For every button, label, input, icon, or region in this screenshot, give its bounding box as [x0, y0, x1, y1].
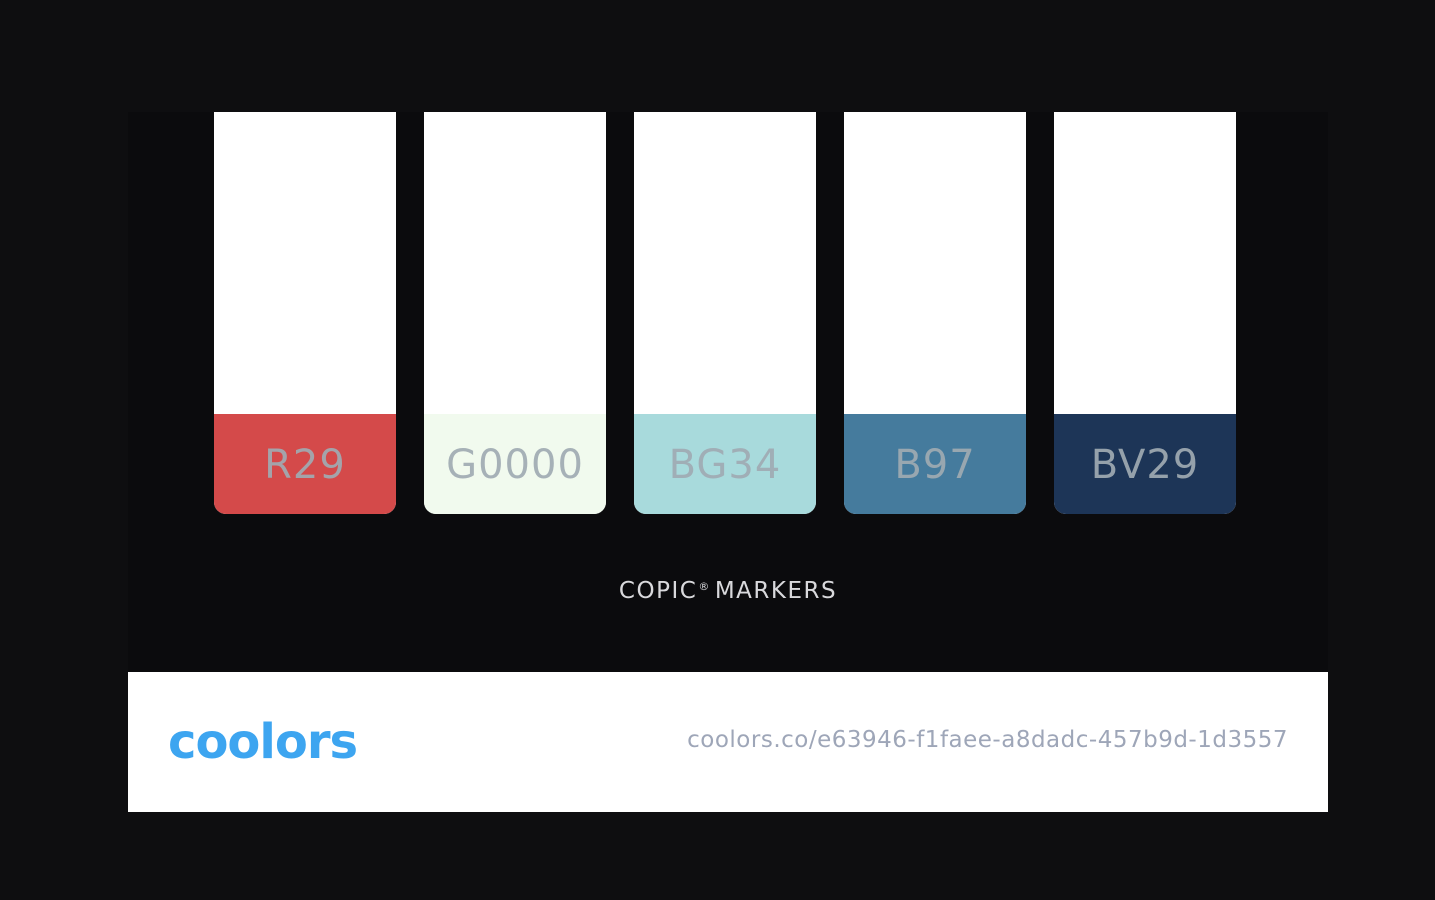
coolors-logo[interactable]: coolors — [168, 714, 358, 770]
swatch-label-0: R29 — [264, 442, 346, 488]
swatch-3: B97 — [844, 112, 1026, 514]
swatch-1: G0000 — [424, 112, 606, 514]
swatch-4: BV29 — [1054, 112, 1236, 514]
palette-image: R29 G0000 BG34 B97 BV29 COPIC® MARKERS co… — [0, 0, 1435, 900]
caption-suffix: MARKERS — [714, 578, 838, 604]
swatch-label-1: G0000 — [446, 442, 584, 488]
swatch-label-4: BV29 — [1090, 442, 1200, 488]
swatch-label-2: BG34 — [668, 442, 782, 488]
caption-brand: COPIC — [618, 578, 698, 604]
registered-mark: ® — [698, 580, 711, 593]
swatch-2: BG34 — [634, 112, 816, 514]
footer-bar: coolors coolors.co/e63946-f1faee-a8dadc-… — [128, 672, 1328, 812]
swatch-label-3: B97 — [894, 442, 976, 488]
palette-caption: COPIC® MARKERS — [128, 578, 1328, 604]
swatch-row: R29 G0000 BG34 B97 BV29 — [214, 112, 1244, 514]
palette-card: R29 G0000 BG34 B97 BV29 COPIC® MARKERS co… — [128, 112, 1328, 812]
swatch-0: R29 — [214, 112, 396, 514]
palette-url[interactable]: coolors.co/e63946-f1faee-a8dadc-457b9d-1… — [687, 727, 1288, 753]
